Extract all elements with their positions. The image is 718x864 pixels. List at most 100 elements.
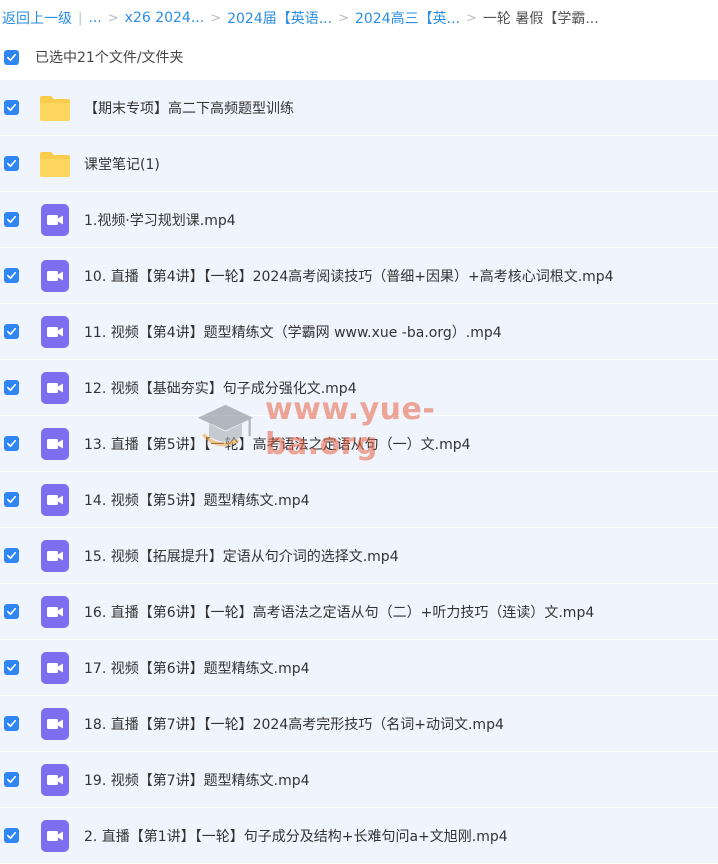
- video-file-icon: [41, 595, 69, 628]
- video-file-icon: [41, 371, 69, 404]
- file-name[interactable]: 16. 直播【第6讲】【一轮】高考语法之定语从句（二）+听力技巧（连读）文.mp…: [84, 602, 594, 622]
- video-icon-wrap: [39, 427, 71, 460]
- file-name[interactable]: 12. 视频【基础夯实】句子成分强化文.mp4: [84, 378, 357, 398]
- check-icon: [7, 775, 16, 784]
- breadcrumb-item[interactable]: 2024届【英语...: [227, 8, 332, 28]
- file-row[interactable]: 14. 视频【第5讲】题型精练文.mp4: [0, 472, 718, 528]
- video-icon-wrap: [39, 203, 71, 236]
- file-row[interactable]: 17. 视频【第6讲】题型精练文.mp4: [0, 640, 718, 696]
- file-row[interactable]: 12. 视频【基础夯实】句子成分强化文.mp4: [0, 360, 718, 416]
- row-checkbox[interactable]: [4, 100, 19, 115]
- folder-icon-wrap: [39, 148, 71, 180]
- breadcrumb-separator: >: [210, 10, 222, 26]
- row-checkbox[interactable]: [4, 324, 19, 339]
- check-icon: [7, 607, 16, 616]
- row-checkbox[interactable]: [4, 604, 19, 619]
- file-name[interactable]: 11. 视频【第4讲】题型精练文（学霸网 www.xue -ba.org）.mp…: [84, 322, 502, 342]
- check-icon: [7, 719, 16, 728]
- folder-icon: [40, 95, 70, 121]
- file-name[interactable]: 13. 直播【第5讲】【一轮】高考语法之定语从句（一）文.mp4: [84, 434, 471, 454]
- video-file-icon: [41, 763, 69, 796]
- check-icon: [7, 53, 16, 61]
- breadcrumb-separator: >: [465, 10, 477, 26]
- row-checkbox[interactable]: [4, 716, 19, 731]
- video-icon-wrap: [39, 483, 71, 516]
- file-name[interactable]: 18. 直播【第7讲】【一轮】2024高考完形技巧（名词+动词文.mp4: [84, 714, 504, 734]
- check-icon: [7, 383, 16, 392]
- row-checkbox[interactable]: [4, 660, 19, 675]
- row-checkbox[interactable]: [4, 156, 19, 171]
- file-name[interactable]: 2. 直播【第1讲】【一轮】句子成分及结构+长难句问a+文旭刚.mp4: [84, 826, 508, 846]
- check-icon: [7, 103, 16, 112]
- video-file-icon: [41, 707, 69, 740]
- breadcrumb-item[interactable]: x26 2024...: [125, 10, 205, 26]
- file-name[interactable]: 【期末专项】高二下高频题型训练: [84, 98, 294, 118]
- check-icon: [7, 495, 16, 504]
- file-name[interactable]: 19. 视频【第7讲】题型精练文.mp4: [84, 770, 310, 790]
- row-checkbox[interactable]: [4, 548, 19, 563]
- check-icon: [7, 551, 16, 560]
- row-checkbox[interactable]: [4, 268, 19, 283]
- video-file-icon: [41, 819, 69, 852]
- video-file-icon: [41, 483, 69, 516]
- check-icon: [7, 327, 16, 336]
- video-icon-wrap: [39, 259, 71, 292]
- row-checkbox[interactable]: [4, 828, 19, 843]
- breadcrumb: 返回上一级 | ... > x26 2024... > 2024届【英语... …: [0, 0, 718, 36]
- video-file-icon: [41, 203, 69, 236]
- check-icon: [7, 215, 16, 224]
- file-row[interactable]: 2. 直播【第1讲】【一轮】句子成分及结构+长难句问a+文旭刚.mp4: [0, 808, 718, 864]
- file-row[interactable]: 1.视频·学习规划课.mp4: [0, 192, 718, 248]
- breadcrumb-separator: >: [107, 10, 119, 26]
- breadcrumb-current: 一轮 暑假【学霸...: [482, 11, 599, 27]
- row-checkbox[interactable]: [4, 212, 19, 227]
- breadcrumb-separator: >: [338, 10, 349, 26]
- video-file-icon: [41, 539, 69, 572]
- file-row[interactable]: 16. 直播【第6讲】【一轮】高考语法之定语从句（二）+听力技巧（连读）文.mp…: [0, 584, 718, 640]
- file-row[interactable]: 13. 直播【第5讲】【一轮】高考语法之定语从句（一）文.mp4: [0, 416, 718, 472]
- row-checkbox[interactable]: [4, 380, 19, 395]
- video-icon-wrap: [39, 371, 71, 404]
- video-icon-wrap: [39, 763, 71, 796]
- video-icon-wrap: [39, 595, 71, 628]
- folder-icon: [40, 151, 70, 177]
- video-icon-wrap: [39, 707, 71, 740]
- back-link[interactable]: 返回上一级: [2, 8, 72, 28]
- video-file-icon: [41, 315, 69, 348]
- file-name[interactable]: 15. 视频【拓展提升】定语从句介词的选择文.mp4: [84, 546, 399, 566]
- video-file-icon: [41, 651, 69, 684]
- row-checkbox[interactable]: [4, 492, 19, 507]
- check-icon: [7, 271, 16, 280]
- row-checkbox[interactable]: [4, 772, 19, 787]
- video-file-icon: [41, 259, 69, 292]
- folder-row[interactable]: 【期末专项】高二下高频题型训练: [0, 80, 718, 136]
- video-file-icon: [41, 427, 69, 460]
- file-name[interactable]: 1.视频·学习规划课.mp4: [84, 210, 236, 230]
- check-icon: [7, 831, 16, 840]
- check-icon: [7, 439, 16, 448]
- file-row[interactable]: 10. 直播【第4讲】【一轮】2024高考阅读技巧（普细+因果）+高考核心词根文…: [0, 248, 718, 304]
- breadcrumb-item[interactable]: 2024高三【英...: [355, 8, 460, 28]
- video-icon-wrap: [39, 315, 71, 348]
- file-row[interactable]: 15. 视频【拓展提升】定语从句介词的选择文.mp4: [0, 528, 718, 584]
- selection-count: 已选中21个文件/文件夹: [35, 50, 184, 66]
- file-row[interactable]: 18. 直播【第7讲】【一轮】2024高考完形技巧（名词+动词文.mp4: [0, 696, 718, 752]
- select-all-checkbox[interactable]: [4, 49, 19, 65]
- breadcrumb-separator: |: [78, 10, 83, 26]
- video-icon-wrap: [39, 539, 71, 572]
- row-checkbox[interactable]: [4, 436, 19, 451]
- file-name[interactable]: 10. 直播【第4讲】【一轮】2024高考阅读技巧（普细+因果）+高考核心词根文…: [84, 266, 614, 286]
- breadcrumb-ellipsis[interactable]: ...: [88, 10, 101, 26]
- file-name[interactable]: 17. 视频【第6讲】题型精练文.mp4: [84, 658, 310, 678]
- file-row[interactable]: 11. 视频【第4讲】题型精练文（学霸网 www.xue -ba.org）.mp…: [0, 304, 718, 360]
- check-icon: [7, 663, 16, 672]
- folder-row[interactable]: 课堂笔记(1): [0, 136, 718, 192]
- file-name[interactable]: 课堂笔记(1): [84, 154, 160, 174]
- file-name[interactable]: 14. 视频【第5讲】题型精练文.mp4: [84, 490, 310, 510]
- folder-icon-wrap: [39, 92, 71, 124]
- check-icon: [7, 159, 16, 168]
- video-icon-wrap: [39, 651, 71, 684]
- video-icon-wrap: [39, 819, 71, 852]
- file-row[interactable]: 19. 视频【第7讲】题型精练文.mp4: [0, 752, 718, 808]
- file-list: 【期末专项】高二下高频题型训练 课堂笔记(1) 1.视频·学习规划课.mp4 10. …: [0, 80, 718, 864]
